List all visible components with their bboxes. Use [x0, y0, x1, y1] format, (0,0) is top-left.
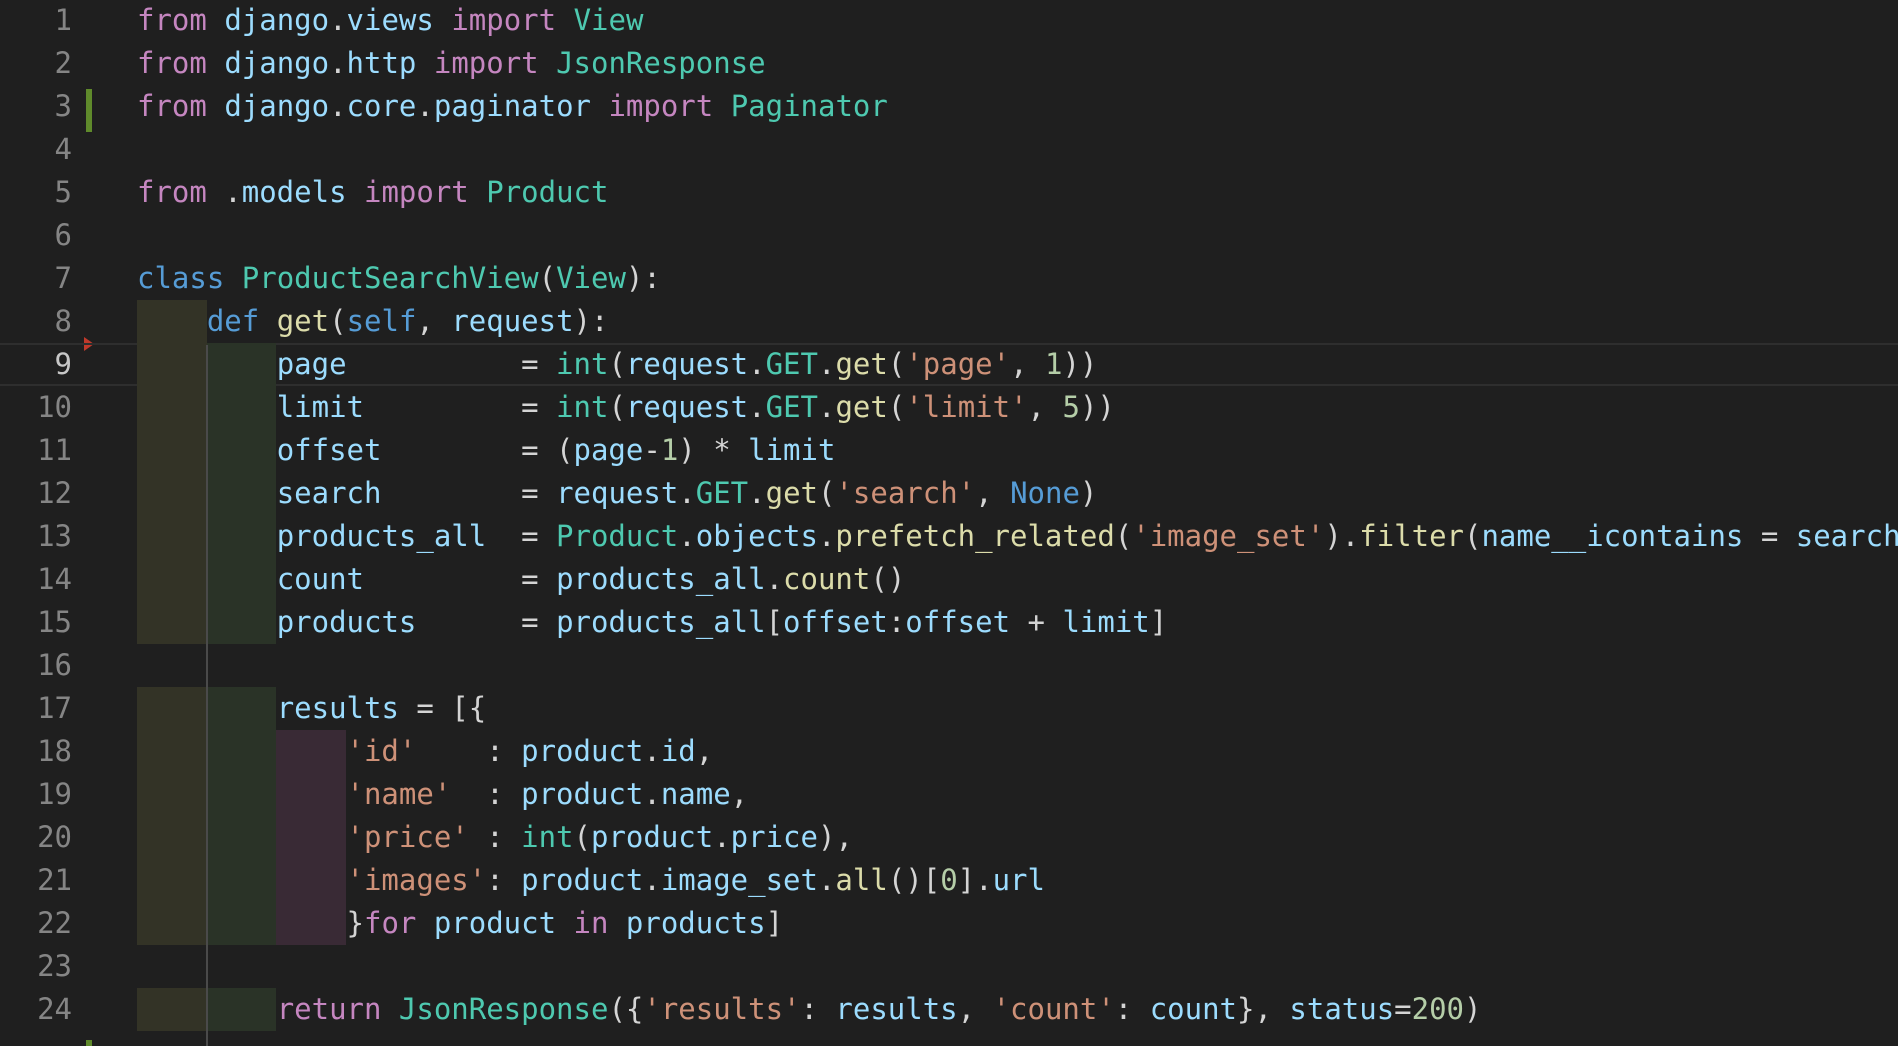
line-number: 2 [54, 46, 72, 80]
code-text[interactable]: from django.core.paginator import Pagina… [137, 85, 888, 128]
code-line[interactable]: 23 [0, 945, 1898, 988]
line-number: 23 [37, 949, 72, 983]
code-line[interactable]: 21 'images': product.image_set.all()[0].… [0, 859, 1898, 902]
code-text[interactable]: from .models import Product [137, 171, 608, 214]
code-line[interactable]: 22 }for product in products] [0, 902, 1898, 945]
indent-guide [206, 345, 208, 1046]
gutter-modified-marker-bottom [86, 1040, 92, 1046]
code-line[interactable]: 14 count = products_all.count() [0, 558, 1898, 601]
code-text[interactable]: def get(self, request): [137, 300, 609, 343]
code-line[interactable]: 2 from django.http import JsonResponse [0, 42, 1898, 85]
code-text[interactable]: offset = (page-1) * limit [137, 429, 836, 472]
code-text[interactable]: class ProductSearchView(View): [137, 257, 661, 300]
code-line[interactable]: 18 'id' : product.id, [0, 730, 1898, 773]
code-line[interactable]: 6 [0, 214, 1898, 257]
code-editor[interactable]: 1 from django.views import View 2 from djan… [0, 0, 1898, 1046]
code-text[interactable]: return JsonResponse({'results': results,… [137, 988, 1482, 1031]
line-number: 13 [37, 519, 72, 553]
code-line[interactable]: 12 search = request.GET.get('search', No… [0, 472, 1898, 515]
code-line[interactable]: 1 from django.views import View [0, 0, 1898, 42]
code-line[interactable]: 15 products = products_all[offset:offset… [0, 601, 1898, 644]
code-text[interactable]: from django.http import JsonResponse [137, 42, 766, 85]
line-number: 18 [37, 734, 72, 768]
code-text[interactable]: results = [{ [137, 687, 487, 730]
code-line[interactable]: 16 [0, 644, 1898, 687]
line-number: 24 [37, 992, 72, 1026]
code-line[interactable]: 20 'price' : int(product.price), [0, 816, 1898, 859]
line-number: 5 [54, 175, 72, 209]
code-line[interactable]: 24 return JsonResponse({'results': resul… [0, 988, 1898, 1031]
code-line[interactable]: 3 from django.core.paginator import Pagin… [0, 85, 1898, 128]
code-text[interactable]: limit = int(request.GET.get('limit', 5)) [137, 386, 1115, 429]
code-line[interactable]: 19 'name' : product.name, [0, 773, 1898, 816]
code-line[interactable]: 9 page = int(request.GET.get('page', 1)) [0, 343, 1898, 386]
line-number: 15 [37, 605, 72, 639]
code-text[interactable]: 'id' : product.id, [137, 730, 714, 773]
code-line[interactable]: 10 limit = int(request.GET.get('limit', … [0, 386, 1898, 429]
code-text[interactable]: 'price' : int(product.price), [137, 816, 853, 859]
line-number: 11 [37, 433, 72, 467]
line-number: 14 [37, 562, 72, 596]
line-number: 9 [54, 347, 72, 381]
line-number: 6 [54, 218, 72, 252]
code-line[interactable]: 11 offset = (page-1) * limit [0, 429, 1898, 472]
code-text[interactable]: products = products_all[offset:offset + … [137, 601, 1168, 644]
line-number: 17 [37, 691, 72, 725]
code-line[interactable]: 7 class ProductSearchView(View): [0, 257, 1898, 300]
code-text[interactable]: 'images': product.image_set.all()[0].url [137, 859, 1045, 902]
line-number: 19 [37, 777, 72, 811]
code-text[interactable]: products_all = Product.objects.prefetch_… [137, 515, 1898, 558]
code-line[interactable]: 17 results = [{ [0, 687, 1898, 730]
line-number: 21 [37, 863, 72, 897]
code-text[interactable]: 'name' : product.name, [137, 773, 749, 816]
line-number: 1 [54, 3, 72, 37]
line-number: 22 [37, 906, 72, 940]
line-number: 4 [54, 132, 72, 166]
line-number: 3 [54, 89, 72, 123]
code-text[interactable]: }for product in products] [137, 902, 784, 945]
code-text[interactable]: count = products_all.count() [137, 558, 906, 601]
code-text[interactable]: search = request.GET.get('search', None) [137, 472, 1098, 515]
code-text[interactable]: page = int(request.GET.get('page', 1)) [137, 343, 1098, 386]
code-text[interactable]: from django.views import View [137, 0, 643, 42]
code-line[interactable]: 8 def get(self, request): [0, 300, 1898, 343]
line-number: 7 [54, 261, 72, 295]
line-number: 10 [37, 390, 72, 424]
line-number: 12 [37, 476, 72, 510]
line-number: 8 [54, 304, 72, 338]
code-line[interactable]: 13 products_all = Product.objects.prefet… [0, 515, 1898, 558]
line-number: 20 [37, 820, 72, 854]
code-line[interactable]: 5 from .models import Product [0, 171, 1898, 214]
line-number: 16 [37, 648, 72, 682]
code-line[interactable]: 4 [0, 128, 1898, 171]
